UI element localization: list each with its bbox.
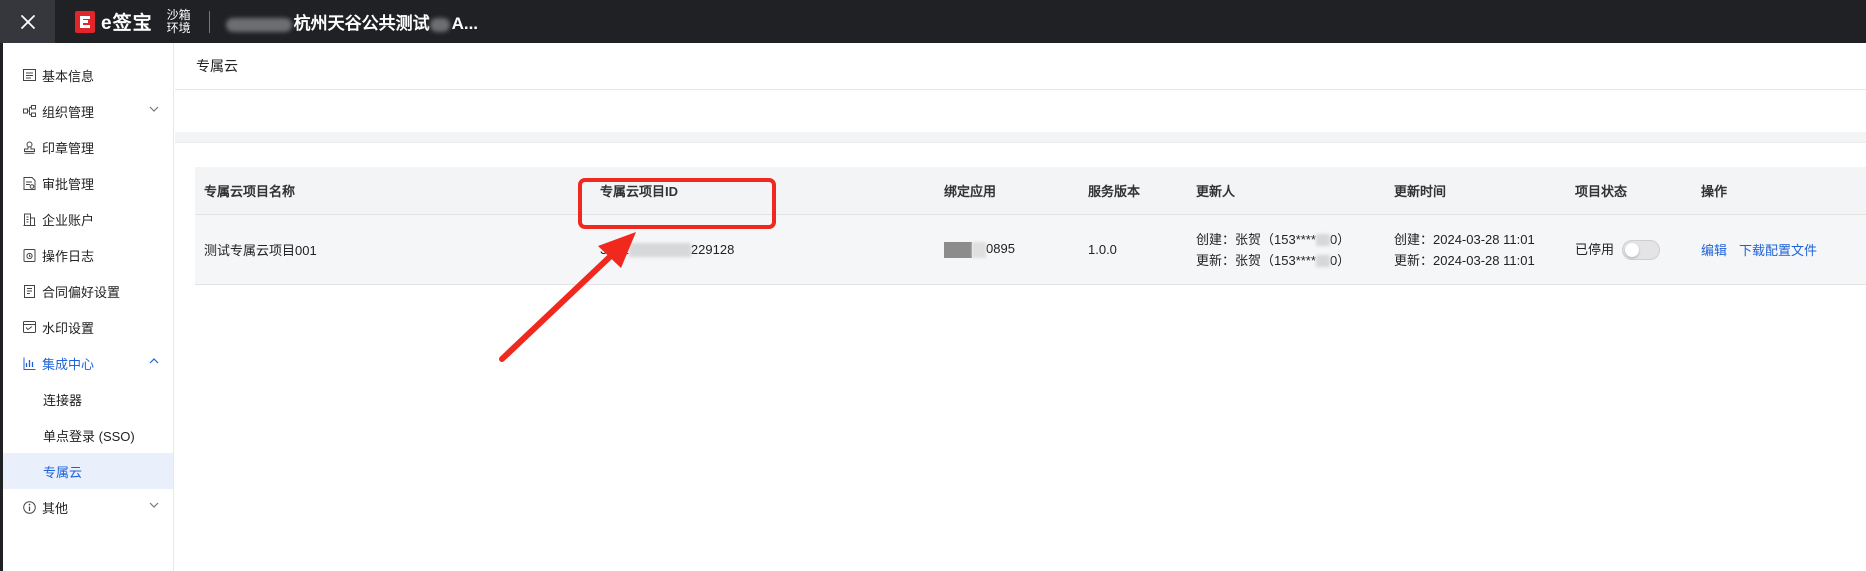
column-header-name: 专属云项目名称 <box>204 184 296 199</box>
column-header-app: 绑定应用 <box>944 184 997 199</box>
status-label: 已停用 <box>1575 241 1615 257</box>
sidebar-item-integration-center[interactable]: 集成中心 <box>3 345 173 381</box>
sidebar-item-connector[interactable]: 连接器 <box>3 381 173 417</box>
sidebar-item-enterprise-account[interactable]: 企业账户 <box>3 201 173 237</box>
sidebar-item-other[interactable]: 其他 <box>3 489 173 525</box>
download-config-link[interactable]: 下载配置文件 <box>1739 243 1817 258</box>
redacted-mask <box>972 241 986 258</box>
table-row: 测试专属云项目001 3302 229128 0895 1.0.0 创建：张贺（1… <box>195 214 1866 285</box>
table-header: 专属云项目名称 专属云项目ID 绑定应用 服务版本 更新人 更新时间 项目状态 … <box>195 167 1866 214</box>
enterprise-icon <box>22 212 36 226</box>
column-header-updater: 更新人 <box>1196 184 1236 199</box>
close-button[interactable] <box>0 0 55 43</box>
approval-icon <box>22 176 36 190</box>
dedicated-cloud-table: 专属云项目名称 专属云项目ID 绑定应用 服务版本 更新人 更新时间 项目状态 … <box>195 167 1866 285</box>
edit-link[interactable]: 编辑 <box>1701 243 1727 258</box>
project-status: 已停用 <box>1566 239 1692 261</box>
redacted-mask <box>1315 234 1330 247</box>
main-content: 专属云 专属云项目名称 专属云项目ID 绑定应用 服务版本 更新人 更新时间 项… <box>175 43 1866 571</box>
contract-icon <box>22 284 36 298</box>
project-id: 3302 229128 <box>600 241 735 258</box>
redacted-mask <box>944 241 972 258</box>
chevron-down-icon <box>149 106 159 112</box>
env-label: 沙箱环境 <box>166 7 191 35</box>
toggle-knob <box>1624 243 1639 258</box>
info-icon <box>22 500 36 514</box>
log-icon <box>22 248 36 262</box>
updater-info: 创建：张贺（153**** 0） 更新：张贺（153**** 0） <box>1196 231 1351 268</box>
divider <box>208 10 210 33</box>
top-bar: e签宝 沙箱环境 杭州天谷公共测试 A... <box>0 0 1866 43</box>
row-actions: 编辑 下载配置文件 <box>1692 240 1866 259</box>
sidebar-item-org-management[interactable]: 组织管理 <box>3 93 173 129</box>
redacted-mask <box>628 243 691 258</box>
sidebar-item-sso[interactable]: 单点登录 (SSO) <box>3 417 173 453</box>
chevron-up-icon <box>149 358 159 364</box>
sidebar-item-contract-preferences[interactable]: 合同偏好设置 <box>3 273 173 309</box>
column-header-version: 服务版本 <box>1088 184 1141 199</box>
redacted-mask <box>429 17 450 32</box>
sidebar-item-dedicated-cloud[interactable]: 专属云 <box>3 453 173 489</box>
redacted-mask <box>1315 255 1330 268</box>
sidebar-item-basic-info[interactable]: 基本信息 <box>3 57 173 93</box>
integration-icon <box>22 356 36 370</box>
project-name: 测试专属云项目001 <box>204 243 317 258</box>
update-time: 创建：2024-03-28 11:01 更新：2024-03-28 11:01 <box>1394 231 1535 268</box>
logo-text: e签宝 <box>101 13 153 34</box>
esign-logo-icon <box>75 10 95 33</box>
watermark-icon <box>22 320 36 334</box>
status-toggle[interactable] <box>1621 240 1660 261</box>
close-icon <box>20 14 35 29</box>
seal-icon <box>22 140 36 154</box>
column-header-status: 项目状态 <box>1575 184 1628 199</box>
sidebar: 基本信息 组织管理 印章管理 审批管理 企业账户 操作日志 合同偏好设置 水印设… <box>0 43 174 571</box>
list-icon <box>22 68 36 82</box>
redacted-mask <box>225 17 292 32</box>
esign-logo: e签宝 <box>75 8 153 35</box>
divider-band <box>175 132 1866 143</box>
org-tree-icon <box>22 104 36 118</box>
sidebar-item-seal-management[interactable]: 印章管理 <box>3 129 173 165</box>
column-header-actions: 操作 <box>1701 184 1728 199</box>
column-header-id: 专属云项目ID <box>600 184 679 199</box>
column-header-update-time: 更新时间 <box>1394 184 1447 199</box>
service-version: 1.0.0 <box>1088 242 1117 257</box>
chevron-down-icon <box>149 502 159 508</box>
page-title: 专属云 <box>175 43 1866 90</box>
sidebar-item-watermark-settings[interactable]: 水印设置 <box>3 309 173 345</box>
sidebar-item-operation-log[interactable]: 操作日志 <box>3 237 173 273</box>
bound-app: 0895 <box>935 241 1079 258</box>
sidebar-item-approval-management[interactable]: 审批管理 <box>3 165 173 201</box>
org-name: 杭州天谷公共测试 A... <box>225 9 478 34</box>
